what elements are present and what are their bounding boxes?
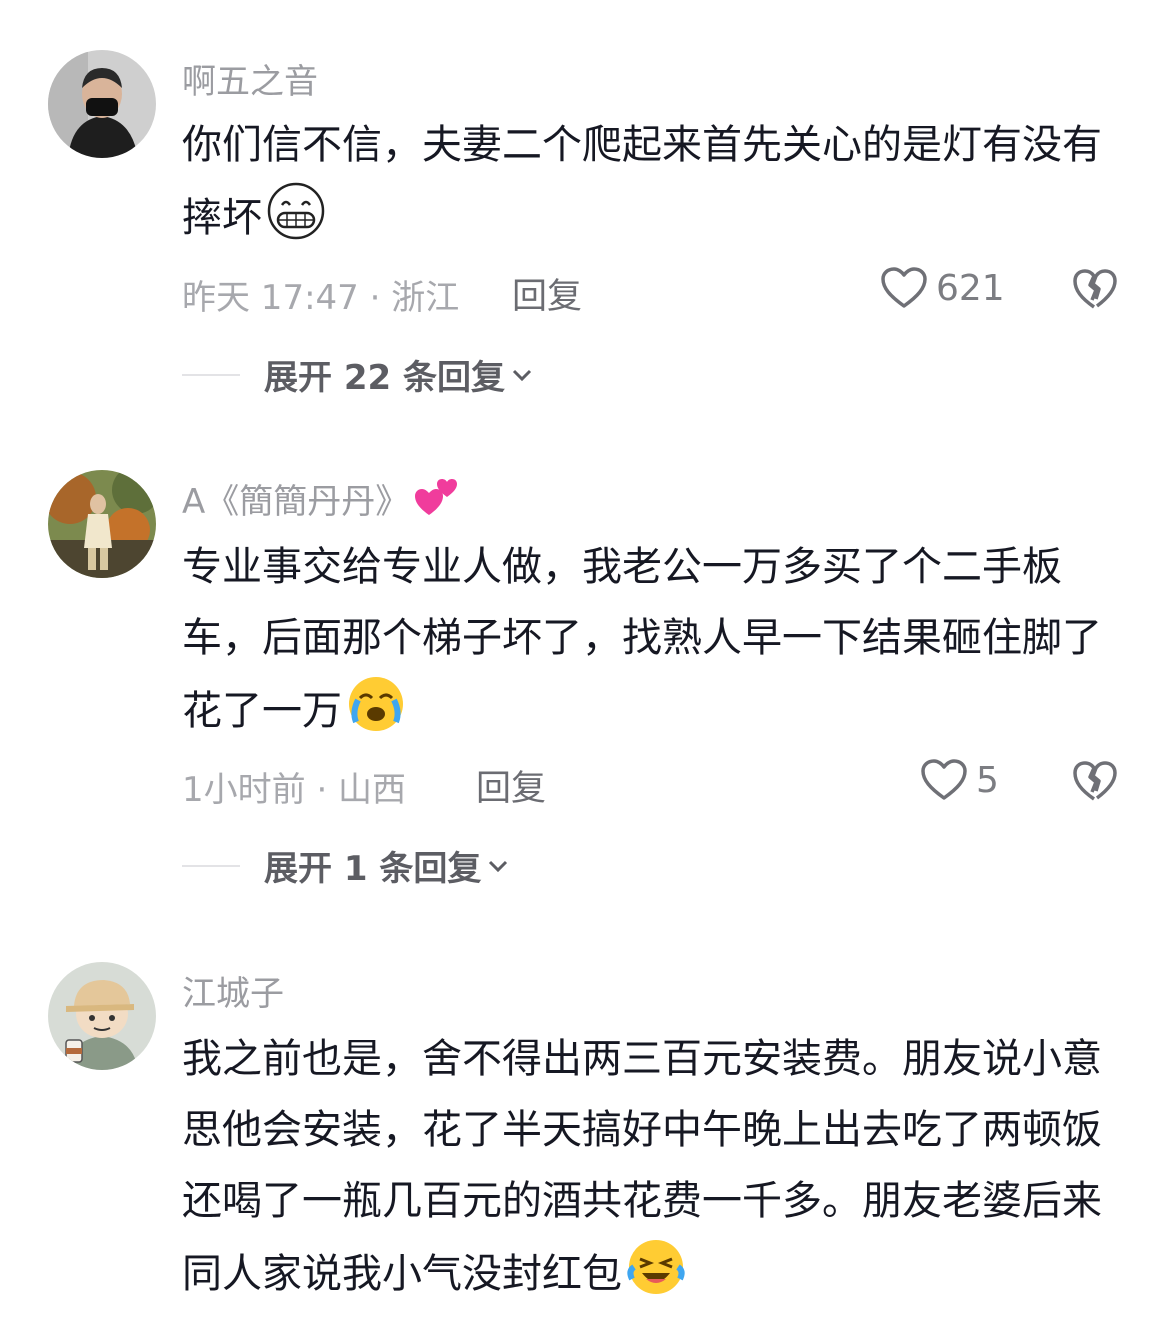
- chevron-down-icon: [512, 369, 532, 381]
- reply-button[interactable]: 回复: [512, 268, 582, 319]
- like-button[interactable]: 621: [880, 266, 1005, 310]
- avatar-image: [48, 962, 156, 1070]
- avatar[interactable]: [48, 50, 156, 158]
- time-location: 1小时前 · 山西: [182, 770, 407, 810]
- username[interactable]: 江城子: [182, 966, 284, 1015]
- avatar[interactable]: [48, 962, 156, 1070]
- username[interactable]: 啊五之音: [182, 54, 318, 103]
- dislike-button[interactable]: [1072, 760, 1118, 808]
- divider-line: [182, 864, 240, 867]
- expand-replies-button[interactable]: 展开 22 条回复: [182, 350, 533, 399]
- comment-text-content: 专业事交给专业人做，我老公一万多买了个二手板车，后面那个梯子坏了，找熟人早一下结…: [182, 544, 1102, 734]
- crying-emoji-icon: [346, 674, 406, 757]
- time-location: 昨天 17:47 · 浙江: [182, 278, 460, 318]
- laughing-tears-emoji-icon: [626, 1237, 686, 1320]
- username-text: A《簡簡丹丹》: [182, 482, 410, 522]
- chevron-down-icon: [489, 860, 508, 872]
- broken-heart-icon: [1073, 269, 1117, 309]
- comment-text: 专业事交给专业人做，我老公一万多买了个二手板车，后面那个梯子坏了，找熟人早一下结…: [182, 532, 1122, 757]
- avatar[interactable]: [48, 470, 156, 578]
- expand-replies-label: 展开 1 条回复: [264, 849, 482, 889]
- like-count: 621: [936, 267, 1005, 309]
- comment-text: 你们信不信，夫妻二个爬起来首先关心的是灯有没有摔坏: [182, 110, 1122, 264]
- heart-icon: [881, 267, 927, 308]
- like-button[interactable]: 5: [920, 758, 999, 802]
- username[interactable]: A《簡簡丹丹》: [182, 474, 463, 528]
- heart-icon: [921, 759, 967, 800]
- expand-replies-button[interactable]: 展开 1 条回复: [182, 841, 509, 890]
- broken-heart-icon: [1073, 761, 1117, 801]
- expand-replies-label: 展开 22 条回复: [264, 358, 505, 398]
- avatar-image: [48, 50, 156, 158]
- like-count: 5: [976, 759, 999, 801]
- reply-button[interactable]: 回复: [476, 760, 546, 811]
- comment-text: 我之前也是，舍不得出两三百元安装费。朋友说小意思他会安装，花了半天搞好中午晚上出…: [182, 1024, 1122, 1320]
- dislike-button[interactable]: [1072, 268, 1118, 316]
- grinning-emoji-icon: [266, 181, 326, 264]
- two-hearts-icon: [413, 475, 463, 528]
- divider-line: [182, 373, 240, 376]
- avatar-image: [48, 470, 156, 578]
